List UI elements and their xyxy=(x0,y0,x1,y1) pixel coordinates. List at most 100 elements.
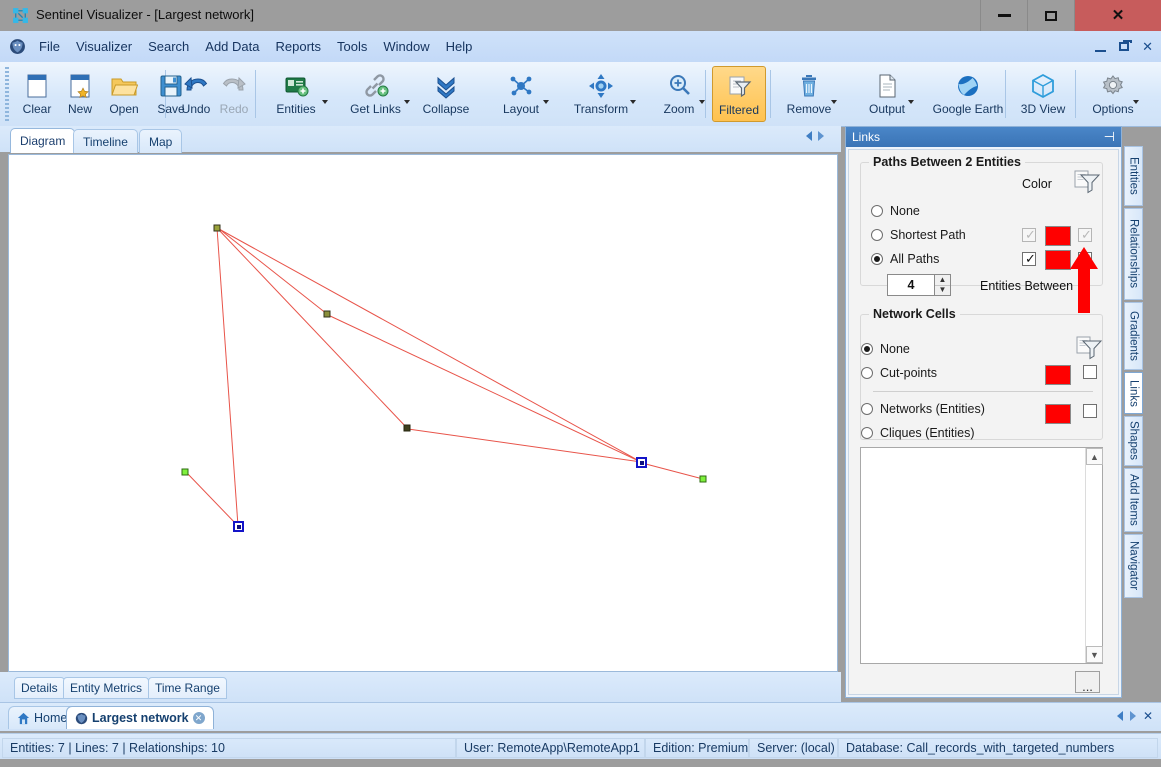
menu-item-tools[interactable]: Tools xyxy=(329,36,375,57)
cells-filter-funnel-icon[interactable] xyxy=(1075,335,1103,361)
scroll-down-icon[interactable]: ▼ xyxy=(1086,646,1103,663)
menu-item-add-data[interactable]: Add Data xyxy=(197,36,267,57)
radio-cells-networks[interactable] xyxy=(861,403,873,415)
radio-row-cliques-entities[interactable]: Cliques (Entities) xyxy=(861,426,974,440)
toolbar-button-clear[interactable]: Clear xyxy=(12,66,62,122)
window-close-button[interactable]: ✕ xyxy=(1074,0,1161,31)
close-document-icon[interactable]: ✕ xyxy=(193,712,205,724)
toolbar-button-filtered[interactable]: Filtered xyxy=(712,66,766,122)
toolbar-button-zoom[interactable]: Zoom xyxy=(650,66,708,122)
color-swatch-shortest-path[interactable] xyxy=(1045,226,1071,246)
toolbar-button-collapse[interactable]: Collapse xyxy=(413,66,479,122)
checkbox-cut-points-filter[interactable] xyxy=(1083,365,1097,379)
graph-node-selected[interactable] xyxy=(234,522,243,531)
window-maximize-button[interactable] xyxy=(1027,0,1074,31)
toolbar-button-get-links[interactable]: Get Links xyxy=(338,66,413,122)
panel-tab-entities[interactable]: Entities xyxy=(1124,146,1143,206)
panel-tab-navigator[interactable]: Navigator xyxy=(1124,534,1143,598)
menu-item-help[interactable]: Help xyxy=(438,36,481,57)
toolbar-button-redo[interactable]: Redo xyxy=(208,66,260,122)
chevron-down-icon[interactable] xyxy=(1133,100,1139,104)
panel-tab-relationships[interactable]: Relationships xyxy=(1124,208,1143,300)
mdi-minimize-icon[interactable] xyxy=(1095,50,1106,52)
mdi-close-icon[interactable]: ✕ xyxy=(1142,40,1153,53)
diagram-canvas-container[interactable] xyxy=(8,154,838,672)
stepper-up-icon[interactable]: ▲ xyxy=(935,275,950,286)
panel-tab-gradients[interactable]: Gradients xyxy=(1124,302,1143,370)
radio-cells-none[interactable] xyxy=(861,343,873,355)
pin-icon[interactable]: ⊣ xyxy=(1104,130,1115,143)
radio-cells-cut-points[interactable] xyxy=(861,367,873,379)
detail-tab-time-range[interactable]: Time Range xyxy=(148,677,227,699)
chevron-down-icon[interactable] xyxy=(699,100,705,104)
view-tab-diagram[interactable]: Diagram xyxy=(10,128,75,153)
chevron-down-icon[interactable] xyxy=(322,100,328,104)
entities-between-stepper[interactable]: 4 ▲ ▼ xyxy=(887,274,951,296)
color-swatch-networks[interactable] xyxy=(1045,404,1071,424)
entities-between-value[interactable]: 4 xyxy=(887,274,935,296)
scroll-up-icon[interactable]: ▲ xyxy=(1086,448,1103,465)
toolbar-button-google-earth[interactable]: Google Earth xyxy=(928,66,1008,122)
toolbar-button-3d-view[interactable]: 3D View xyxy=(1014,66,1072,122)
cells-list-scrollbar[interactable]: ▲ ▼ xyxy=(1085,448,1102,663)
chevron-down-icon[interactable] xyxy=(543,100,549,104)
more-options-button[interactable]: ... xyxy=(1075,671,1100,693)
menu-item-window[interactable]: Window xyxy=(375,36,437,57)
checkbox-networks-filter[interactable] xyxy=(1083,404,1097,418)
prev-doc-icon[interactable] xyxy=(1117,711,1123,721)
next-doc-icon[interactable] xyxy=(1130,711,1136,721)
radio-row-cut-points[interactable]: Cut-points xyxy=(861,366,937,380)
graph-node-selected[interactable] xyxy=(637,458,646,467)
radio-paths-none[interactable] xyxy=(871,205,883,217)
toolbar-button-new[interactable]: New xyxy=(56,66,104,122)
graph-node[interactable] xyxy=(324,311,330,317)
close-doc-icon[interactable]: ✕ xyxy=(1143,709,1153,723)
radio-paths-all[interactable] xyxy=(871,253,883,265)
panel-tab-links[interactable]: Links xyxy=(1124,372,1143,414)
radio-cells-cliques[interactable] xyxy=(861,427,873,439)
paths-filter-funnel-icon[interactable] xyxy=(1073,169,1101,195)
color-swatch-cut-points[interactable] xyxy=(1045,365,1071,385)
chevron-down-icon[interactable] xyxy=(831,100,837,104)
graph-node[interactable] xyxy=(700,476,706,482)
radio-row-networks-entities[interactable]: Networks (Entities) xyxy=(861,402,985,416)
radio-row-all-paths[interactable]: All Paths xyxy=(871,252,939,266)
detail-tab-entity-metrics[interactable]: Entity Metrics xyxy=(63,677,149,699)
panel-tab-shapes[interactable]: Shapes xyxy=(1124,416,1143,466)
toolbar-button-layout[interactable]: Layout xyxy=(490,66,552,122)
radio-row-shortest-path[interactable]: Shortest Path xyxy=(871,228,966,242)
cells-list-box[interactable]: ▲ ▼ xyxy=(860,447,1103,664)
color-swatch-all-paths[interactable] xyxy=(1045,250,1071,270)
toolbar-button-transform[interactable]: Transform xyxy=(563,66,639,122)
radio-row-cells-none[interactable]: None xyxy=(861,342,910,356)
chevron-down-icon[interactable] xyxy=(908,100,914,104)
graph-node[interactable] xyxy=(214,225,220,231)
next-tab-icon[interactable] xyxy=(818,131,824,141)
mdi-restore-icon[interactable] xyxy=(1119,42,1129,51)
network-graph[interactable] xyxy=(9,155,837,671)
toolbar-button-output[interactable]: Output xyxy=(857,66,917,122)
menu-item-reports[interactable]: Reports xyxy=(267,36,329,57)
menu-item-search[interactable]: Search xyxy=(140,36,197,57)
detail-tab-details[interactable]: Details xyxy=(14,677,65,699)
menu-item-file[interactable]: File xyxy=(31,36,68,57)
checkbox-all-paths-filter[interactable]: ✓ xyxy=(1078,252,1092,266)
stepper-down-icon[interactable]: ▼ xyxy=(935,286,950,296)
toolbar-button-options[interactable]: Options xyxy=(1084,66,1142,122)
chevron-down-icon[interactable] xyxy=(404,100,410,104)
view-tab-timeline[interactable]: Timeline xyxy=(73,129,138,153)
graph-nodes[interactable] xyxy=(182,225,706,531)
prev-tab-icon[interactable] xyxy=(806,131,812,141)
toolbar-button-remove[interactable]: Remove xyxy=(778,66,840,122)
graph-node[interactable] xyxy=(182,469,188,475)
window-minimize-button[interactable] xyxy=(980,0,1027,31)
toolbar-button-entities[interactable]: Entities xyxy=(261,66,331,122)
panel-tab-add-items[interactable]: Add Items xyxy=(1124,468,1143,532)
checkbox-all-paths-show[interactable]: ✓ xyxy=(1022,252,1036,266)
toolbar-button-open[interactable]: Open xyxy=(98,66,150,122)
chevron-down-icon[interactable] xyxy=(630,100,636,104)
menu-item-visualizer[interactable]: Visualizer xyxy=(68,36,140,57)
graph-node[interactable] xyxy=(404,425,410,431)
entities-between-spin-buttons[interactable]: ▲ ▼ xyxy=(935,274,951,296)
document-tab-largest-network[interactable]: Largest network ✕ xyxy=(66,706,214,729)
